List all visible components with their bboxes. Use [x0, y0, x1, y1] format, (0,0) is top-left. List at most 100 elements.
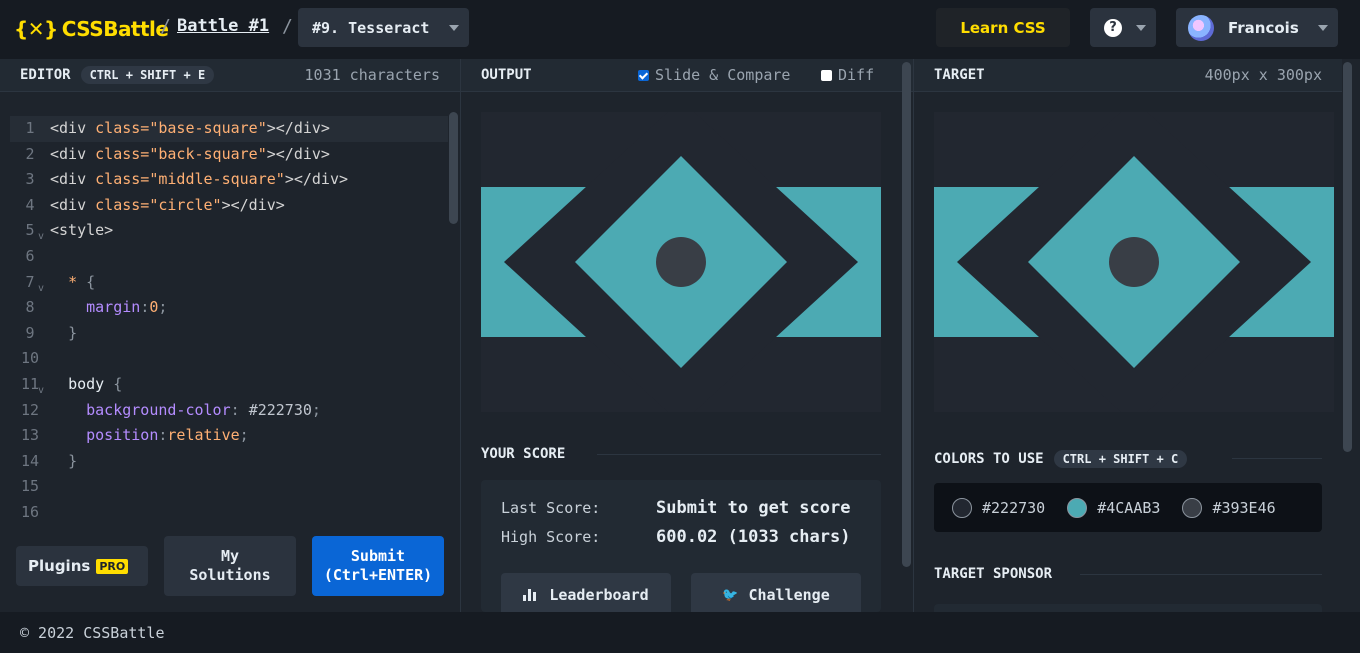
target-select[interactable]: #9. Tesseract: [298, 8, 469, 47]
pro-badge: PRO: [96, 558, 129, 574]
code-token: "base-square": [149, 119, 267, 137]
line-number: 13: [20, 426, 40, 445]
code-token: <div: [50, 195, 96, 214]
color-swatch-item[interactable]: #393E46: [1182, 497, 1276, 518]
editor-title: EDITOR: [20, 67, 71, 83]
learn-css-button[interactable]: Learn CSS: [936, 8, 1070, 47]
breadcrumb-separator: /: [282, 16, 293, 37]
logo-icon: {✕}: [14, 17, 58, 41]
code-line[interactable]: 3 <div class="middle-square"></div>: [10, 167, 448, 193]
code-token: "middle-square": [149, 170, 285, 189]
code-token: margin: [86, 298, 141, 317]
code-line[interactable]: 15: [10, 474, 448, 500]
divider: [1232, 458, 1322, 459]
line-number: 6: [25, 246, 35, 265]
code-line[interactable]: 9 }: [10, 321, 448, 347]
code-line[interactable]: 6: [10, 244, 448, 270]
code-token: ;: [158, 298, 168, 317]
line-number: 3: [25, 170, 35, 189]
code-token: <style>: [50, 221, 114, 240]
top-bar: {✕} CSSBattle / Battle #1 / #9. Tesserac…: [0, 0, 1360, 58]
code-line[interactable]: 8 margin:0;: [10, 295, 448, 321]
code-token: class=: [95, 170, 150, 189]
plugins-button[interactable]: Plugins PRO: [16, 546, 148, 586]
code-token: ></div>: [284, 170, 349, 189]
submit-button[interactable]: Submit (Ctrl+ENTER): [312, 536, 444, 596]
color-swatch-item[interactable]: #222730: [952, 497, 1045, 518]
logo-text: CSSBattle: [61, 17, 169, 41]
diff-toggle[interactable]: Diff: [821, 66, 874, 84]
code-token: {: [104, 374, 123, 393]
slide-compare-toggle[interactable]: Slide & Compare: [638, 66, 790, 84]
code-line[interactable]: 4 <div class="circle"></div>: [10, 193, 448, 219]
line-number: 8: [25, 298, 35, 317]
checkbox-unchecked-icon[interactable]: [821, 69, 832, 81]
last-score-value: Submit to get score: [656, 498, 851, 518]
line-number: 14: [20, 451, 40, 470]
breadcrumb-separator: /: [160, 16, 171, 37]
code-line[interactable]: 1 <div class="base-square"></div>: [10, 116, 448, 142]
output-canvas[interactable]: [481, 112, 881, 412]
high-score-label: High Score:: [501, 528, 601, 546]
page-scrollbar[interactable]: [1343, 62, 1352, 452]
logo[interactable]: {✕} CSSBattle: [14, 16, 169, 42]
code-token: <div: [50, 144, 96, 163]
score-card: Last Score: Submit to get score High Sco…: [481, 480, 881, 617]
code-line[interactable]: 16: [10, 500, 448, 526]
editor-header: EDITOR CTRL + SHIFT + E 1031 characters: [0, 59, 460, 92]
code-lines[interactable]: 1 <div class="base-square"></div> 2 <div cl…: [10, 116, 448, 526]
code-line[interactable]: 11 v body {: [10, 372, 448, 398]
help-menu-button[interactable]: ?: [1090, 8, 1156, 47]
avatar: [1188, 14, 1214, 41]
code-token: "circle": [149, 195, 222, 214]
target-image: [934, 112, 1334, 412]
bar-chart-icon: [523, 589, 539, 601]
breadcrumb-battle-link[interactable]: Battle #1: [177, 16, 269, 36]
code-line[interactable]: 12 background-color: #222730;: [10, 398, 448, 424]
code-line[interactable]: 14 }: [10, 449, 448, 475]
color-swatch[interactable]: [952, 497, 972, 518]
code-token: }: [68, 451, 78, 470]
plugins-label: Plugins: [28, 557, 91, 575]
my-solutions-label: My Solutions: [189, 547, 271, 584]
code-editor[interactable]: 1 <div class="base-square"></div> 2 <div cl…: [0, 92, 460, 612]
user-menu-button[interactable]: Francois: [1176, 8, 1338, 47]
color-swatch-item[interactable]: #4CAAB3: [1067, 497, 1160, 518]
target-header: TARGET 400px x 300px: [914, 59, 1342, 92]
character-count: 1031 characters: [304, 66, 440, 84]
target-select-value: #9. Tesseract: [312, 18, 430, 37]
code-token: body: [68, 374, 105, 393]
output-scrollbar[interactable]: [902, 62, 911, 567]
color-swatch[interactable]: [1182, 497, 1203, 518]
chevron-down-icon: [1136, 25, 1146, 31]
editor-scrollbar[interactable]: [449, 112, 458, 224]
chevron-down-icon: [449, 25, 459, 31]
copyright-text: © 2022 CSSBattle: [20, 623, 165, 642]
code-token: position: [86, 426, 159, 445]
code-token: :: [140, 298, 150, 317]
challenge-button[interactable]: 🐦 Challenge: [691, 573, 861, 617]
code-line[interactable]: 2 <div class="back-square"></div>: [10, 142, 448, 168]
code-line[interactable]: 5 v <style>: [10, 218, 448, 244]
line-number: 12: [20, 400, 40, 419]
code-line[interactable]: 10: [10, 346, 448, 372]
submit-label: Submit: [350, 547, 406, 565]
leaderboard-button[interactable]: Leaderboard: [501, 573, 671, 617]
color-swatch[interactable]: [1067, 497, 1088, 518]
code-token: class=: [95, 144, 150, 163]
color-palette: #222730 #4CAAB3 #393E46: [934, 483, 1322, 532]
chevron-down-icon: [1318, 25, 1328, 31]
code-line[interactable]: 7v * {: [10, 270, 448, 296]
output-header: OUTPUT Slide & Compare Diff: [461, 59, 913, 92]
line-number: 10: [20, 349, 40, 368]
code-line[interactable]: 13 position:relative;: [10, 423, 448, 449]
my-solutions-button[interactable]: My Solutions: [164, 536, 296, 596]
help-icon: ?: [1104, 19, 1122, 37]
your-score-title: YOUR SCORE: [481, 446, 566, 462]
checkbox-checked-icon[interactable]: [638, 69, 649, 81]
code-token: <div: [50, 119, 96, 137]
